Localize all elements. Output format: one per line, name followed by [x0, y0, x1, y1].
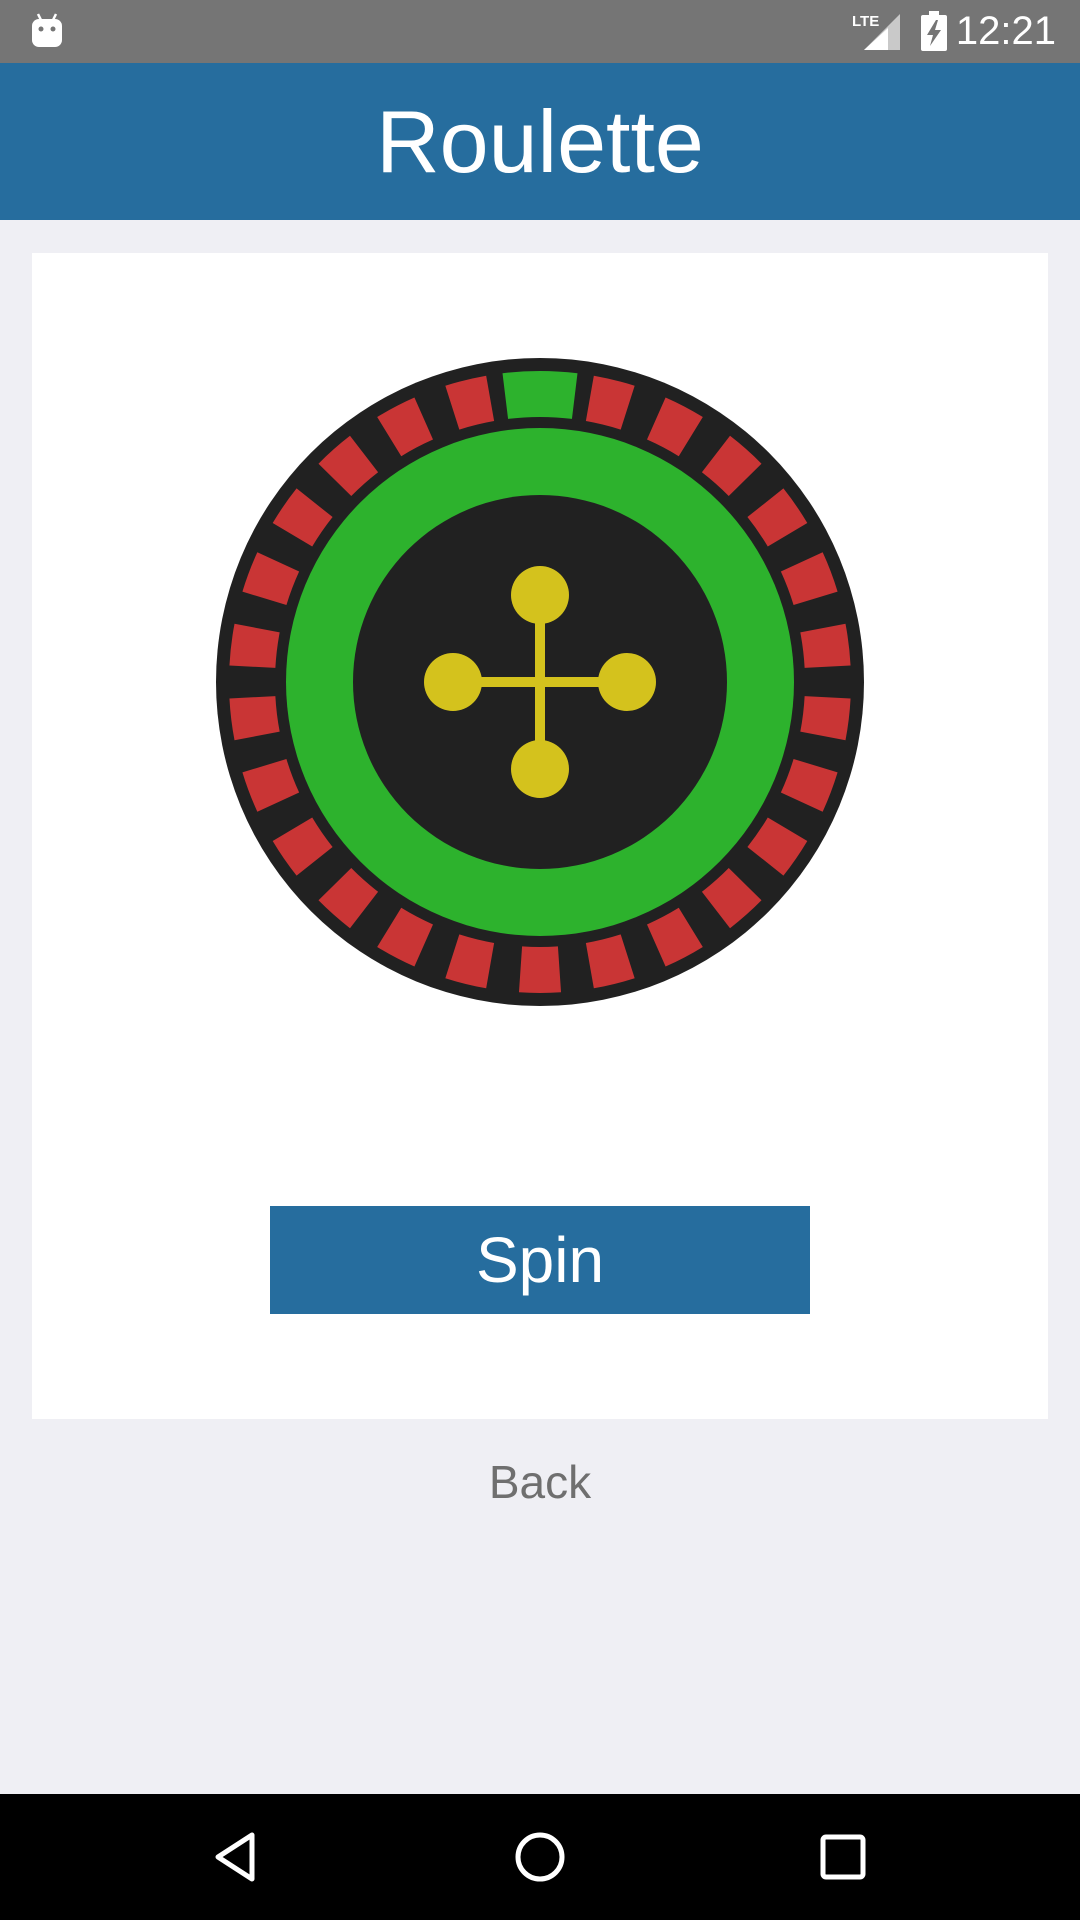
- roulette-wheel-graphic: [216, 358, 864, 1006]
- svg-text:LTE: LTE: [852, 13, 879, 30]
- turret-knob: [424, 653, 482, 711]
- status-bar: LTE 12:21: [0, 0, 1080, 63]
- zero-pocket: [502, 371, 578, 419]
- back-button[interactable]: Back: [0, 1452, 1080, 1512]
- turret-knob: [511, 566, 569, 624]
- back-triangle-icon[interactable]: [206, 1827, 266, 1887]
- android-icon: [32, 13, 62, 47]
- turret-knob: [511, 740, 569, 798]
- roulette-card: Spin: [32, 253, 1048, 1419]
- battery-charging-icon: [921, 11, 947, 51]
- status-clock: 12:21: [955, 9, 1056, 53]
- roulette-wheel: [215, 357, 865, 1007]
- turret-knob: [598, 653, 656, 711]
- spin-button[interactable]: Spin: [270, 1206, 810, 1314]
- red-pocket: [518, 946, 562, 994]
- home-circle-icon[interactable]: [510, 1827, 570, 1887]
- recents-square-icon[interactable]: [813, 1827, 873, 1887]
- page-title: Roulette: [376, 91, 704, 191]
- navigation-bar: [0, 1794, 1080, 1920]
- signal-icon: LTE: [852, 13, 900, 50]
- app-bar: Roulette: [0, 63, 1080, 220]
